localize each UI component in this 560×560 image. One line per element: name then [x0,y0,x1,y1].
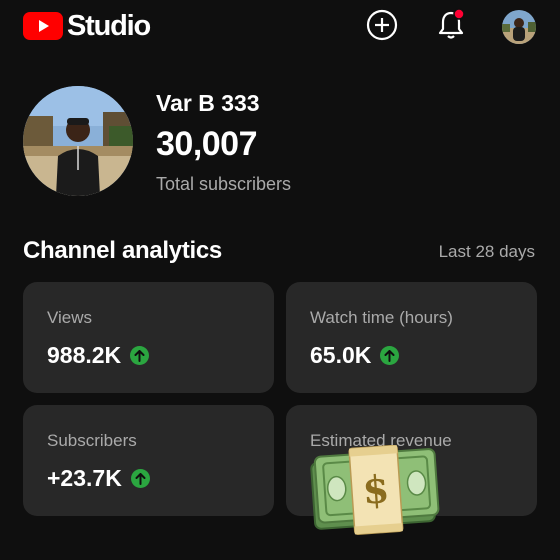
youtube-studio-logo[interactable]: Studio [23,10,151,42]
card-label: Subscribers [47,431,137,450]
views-card[interactable]: Views 988.2K [23,282,274,393]
bell-icon [435,7,467,47]
svg-text:$: $ [361,466,391,513]
app-name: Studio [67,10,151,42]
channel-name: Var B 333 [156,90,260,116]
card-value: 65.0K [310,342,372,368]
subscriber-label: Total subscribers [156,174,292,194]
card-value-row: +23.7K [47,465,150,492]
date-range-label[interactable]: Last 28 days [439,242,535,262]
channel-avatar[interactable] [23,86,133,196]
card-value: 988.2K [47,342,122,368]
trend-up-icon [380,346,400,365]
top-app-bar: Studio [0,0,560,54]
notifications-button[interactable] [434,7,468,47]
money-bag-emoji-icon: $ [307,444,441,537]
account-avatar[interactable] [502,10,536,44]
card-value-row: 65.0K [310,342,400,369]
channel-analytics-title: Channel analytics [23,237,222,264]
youtube-play-icon [23,12,63,40]
notification-dot-icon [453,7,465,20]
trend-up-icon [130,469,150,488]
card-value-row: 988.2K [47,342,150,369]
watch-time-card[interactable]: Watch time (hours) 65.0K [286,282,537,393]
trend-up-icon [130,346,150,365]
subscribers-card[interactable]: Subscribers +23.7K [23,405,274,516]
subscriber-count: 30,007 [156,125,258,163]
plus-circle-icon [366,9,398,46]
card-label: Views [47,308,93,327]
card-value: +23.7K [47,465,122,491]
create-button[interactable] [365,9,399,46]
card-label: Watch time (hours) [310,308,453,327]
